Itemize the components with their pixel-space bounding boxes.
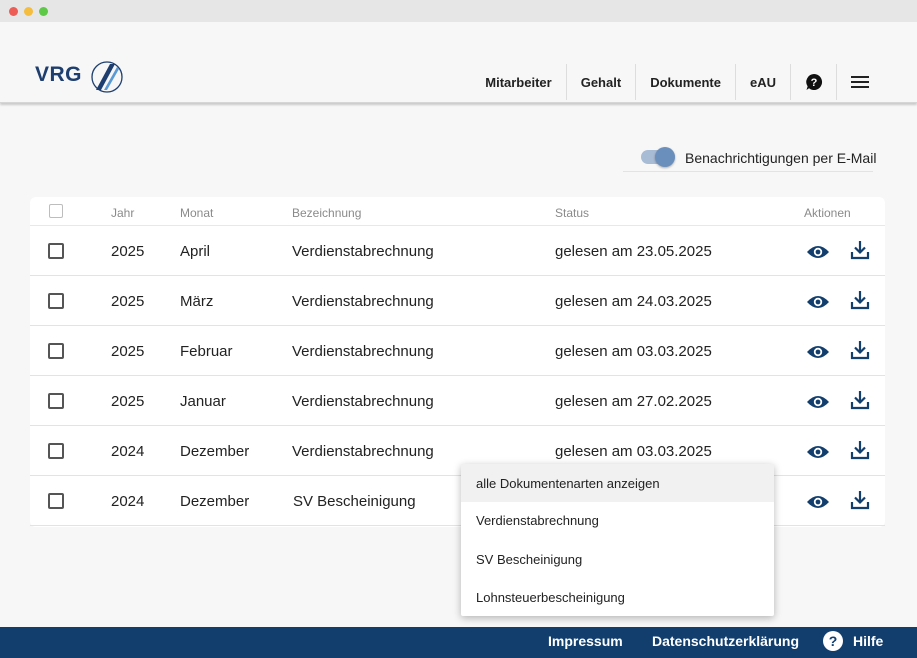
hamburger-menu-icon[interactable] <box>836 64 882 100</box>
hilfe-link[interactable]: Hilfe <box>853 633 883 649</box>
row-checkbox[interactable] <box>48 393 64 409</box>
cell-jahr: 2025 <box>111 243 145 260</box>
datenschutz-link[interactable]: Datenschutzerklärung <box>652 633 799 649</box>
window-minimize-button[interactable] <box>24 7 33 16</box>
table-row: 2025 Januar Verdienstabrechnung gelesen … <box>30 376 885 426</box>
eye-icon[interactable] <box>806 490 830 515</box>
cell-bezeichnung: Verdienstabrechnung <box>292 443 434 460</box>
table-row: 2025 März Verdienstabrechnung gelesen am… <box>30 276 885 326</box>
cell-bezeichnung: SV Bescheinigung <box>293 493 416 510</box>
logo-text: VRG <box>35 63 83 86</box>
cell-jahr: 2024 <box>111 493 145 510</box>
cell-jahr: 2024 <box>111 443 145 460</box>
svg-text:?: ? <box>810 77 817 89</box>
cell-monat: Februar <box>180 343 233 360</box>
row-checkbox[interactable] <box>48 293 64 309</box>
help-circle-icon[interactable]: ? <box>790 64 836 100</box>
download-icon[interactable] <box>850 340 870 365</box>
cell-monat: Dezember <box>180 443 250 460</box>
impressum-link[interactable]: Impressum <box>548 633 623 649</box>
download-icon[interactable] <box>850 440 870 465</box>
header-monat[interactable]: Monat <box>180 206 213 220</box>
cell-bezeichnung: Verdienstabrechnung <box>292 293 434 310</box>
select-all-checkbox[interactable] <box>49 204 63 218</box>
eye-icon[interactable] <box>806 290 830 315</box>
header-status[interactable]: Status <box>555 206 589 220</box>
download-icon[interactable] <box>850 390 870 415</box>
page-footer: Impressum Datenschutzerklärung ? Hilfe <box>0 627 917 658</box>
window-maximize-button[interactable] <box>39 7 48 16</box>
row-checkbox[interactable] <box>48 443 64 459</box>
cell-status: gelesen am 03.03.2025 <box>555 443 712 460</box>
table-header: Jahr Monat Bezeichnung Status Aktionen <box>30 197 885 226</box>
cell-jahr: 2025 <box>111 293 145 310</box>
row-checkbox[interactable] <box>48 493 64 509</box>
logo-slash-icon <box>91 61 123 93</box>
eye-icon[interactable] <box>806 340 830 365</box>
main-nav: Mitarbeiter Gehalt Dokumente eAU ? <box>471 64 882 100</box>
cell-status: gelesen am 27.02.2025 <box>555 393 712 410</box>
vrg-logo[interactable]: VRG <box>35 60 125 94</box>
document-type-dropdown: alle Dokumentenarten anzeigen Verdiensta… <box>461 464 774 616</box>
eye-icon[interactable] <box>806 240 830 265</box>
dropdown-option-lohnsteuerbescheinigung[interactable]: Lohnsteuerbescheinigung <box>461 578 774 616</box>
dropdown-option-verdienstabrechnung[interactable]: Verdienstabrechnung <box>461 501 774 539</box>
table-row: 2025 Februar Verdienstabrechnung gelesen… <box>30 326 885 376</box>
dropdown-option-sv-bescheinigung[interactable]: SV Bescheinigung <box>461 540 774 578</box>
cell-monat: April <box>180 243 211 260</box>
cell-status: gelesen am 23.05.2025 <box>555 243 712 260</box>
email-notification-label: Benachrichtigungen per E-Mail <box>685 150 877 166</box>
dropdown-option-all[interactable]: alle Dokumentenarten anzeigen <box>461 464 774 502</box>
header-jahr[interactable]: Jahr <box>111 206 134 220</box>
nav-item-dokumente[interactable]: Dokumente <box>635 64 735 100</box>
header-bezeichnung[interactable]: Bezeichnung <box>292 206 361 220</box>
cell-monat: Dezember <box>180 493 250 510</box>
header-aktionen: Aktionen <box>804 206 851 220</box>
toggle-knob <box>655 147 675 167</box>
eye-icon[interactable] <box>806 440 830 465</box>
nav-item-gehalt[interactable]: Gehalt <box>565 64 635 100</box>
row-checkbox[interactable] <box>48 343 64 359</box>
window-close-button[interactable] <box>9 7 18 16</box>
email-notification-toggle[interactable] <box>641 147 675 167</box>
table-row: 2025 April Verdienstabrechnung gelesen a… <box>30 226 885 276</box>
cell-bezeichnung: Verdienstabrechnung <box>292 393 434 410</box>
cell-monat: Januar <box>180 393 226 410</box>
cell-bezeichnung: Verdienstabrechnung <box>292 243 434 260</box>
row-checkbox[interactable] <box>48 243 64 259</box>
download-icon[interactable] <box>850 490 870 515</box>
download-icon[interactable] <box>850 240 870 265</box>
nav-item-mitarbeiter[interactable]: Mitarbeiter <box>471 64 565 100</box>
download-icon[interactable] <box>850 290 870 315</box>
eye-icon[interactable] <box>806 390 830 415</box>
cell-jahr: 2025 <box>111 343 145 360</box>
window-titlebar <box>0 0 917 22</box>
app-header: VRG Mitarbeiter Gehalt Dokumente eAU ? <box>0 22 917 103</box>
cell-bezeichnung: Verdienstabrechnung <box>292 343 434 360</box>
cell-monat: März <box>180 293 214 310</box>
cell-status: gelesen am 03.03.2025 <box>555 343 712 360</box>
nav-item-eau[interactable]: eAU <box>734 64 790 100</box>
email-notification-setting: Benachrichtigungen per E-Mail <box>623 146 877 172</box>
cell-status: gelesen am 24.03.2025 <box>555 293 712 310</box>
help-icon[interactable]: ? <box>823 631 843 651</box>
cell-jahr: 2025 <box>111 393 145 410</box>
